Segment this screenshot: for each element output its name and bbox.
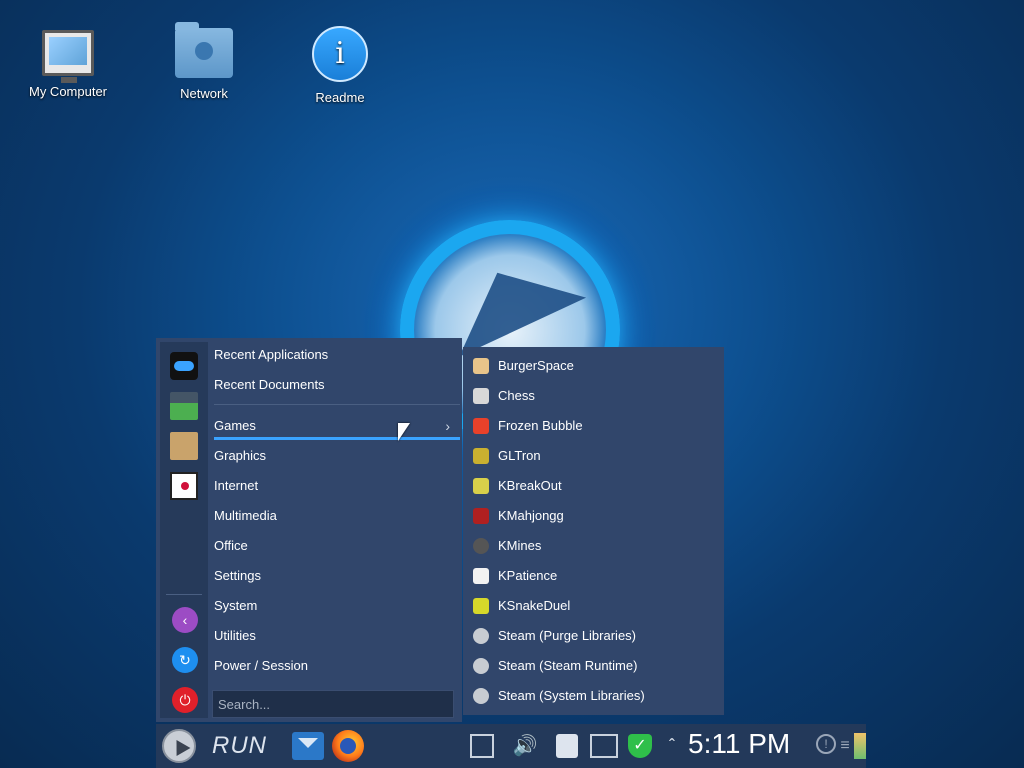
submenu-item-burgerspace[interactable]: BurgerSpace xyxy=(473,352,718,380)
network-folder-icon xyxy=(175,22,233,78)
submenu-item-kmahjongg[interactable]: KMahjongg xyxy=(473,502,718,530)
burgerspace-icon xyxy=(473,357,489,374)
chevron-up-icon[interactable]: ˆ xyxy=(662,734,682,758)
games-submenu: BurgerSpace Chess Frozen Bubble GLTron K… xyxy=(463,347,724,715)
terminal-icon[interactable]: >_ xyxy=(470,734,494,758)
chess-icon xyxy=(473,387,489,404)
menu-divider xyxy=(214,404,460,405)
submenu-item-ksnakeduel[interactable]: KSnakeDuel xyxy=(473,592,718,620)
desktop-icon-label: Readme xyxy=(315,90,365,105)
clock[interactable]: 5:11 PM xyxy=(688,728,790,760)
mail-icon[interactable] xyxy=(292,732,324,760)
desktop-preview-icon[interactable] xyxy=(854,733,866,759)
gltron-icon xyxy=(473,447,489,464)
desktop-icon-readme[interactable]: i Readme xyxy=(290,26,390,105)
chevron-right-icon: › xyxy=(445,418,450,434)
kmahjongg-icon xyxy=(473,507,489,524)
steam-icon xyxy=(473,627,489,644)
submenu-item-chess[interactable]: Chess xyxy=(473,382,718,410)
menu-favorites-sidebar: ‹ ↻ ⏻ xyxy=(160,342,208,718)
menu-item-recent-applications[interactable]: Recent Applications xyxy=(214,341,460,369)
notification-icon[interactable]: ! xyxy=(816,734,836,754)
menu-item-graphics[interactable]: Graphics xyxy=(214,442,460,470)
kpatience-icon xyxy=(473,567,489,584)
run-label[interactable]: RUN xyxy=(212,732,267,760)
menu-item-settings[interactable]: Settings xyxy=(214,562,460,590)
submenu-item-gltron[interactable]: GLTron xyxy=(473,442,718,470)
mouse-cursor-icon xyxy=(398,423,410,441)
network-display-icon[interactable]: ▣ xyxy=(590,734,618,758)
frozen-bubble-icon xyxy=(473,417,489,434)
shield-check-icon[interactable]: ✓ xyxy=(628,734,652,758)
menu-item-multimedia[interactable]: Multimedia xyxy=(214,502,460,530)
menu-item-internet[interactable]: Internet xyxy=(214,472,460,500)
submenu-item-steam-system-libraries[interactable]: Steam (System Libraries) xyxy=(473,682,718,710)
submenu-item-steam-runtime[interactable]: Steam (Steam Runtime) xyxy=(473,652,718,680)
submenu-item-steam-purge-libraries[interactable]: Steam (Purge Libraries) xyxy=(473,622,718,650)
menu-item-utilities[interactable]: Utilities xyxy=(214,622,460,650)
desktop-icon-label: Network xyxy=(180,86,228,101)
kmines-icon xyxy=(473,537,489,554)
back-icon[interactable]: ‹ xyxy=(172,607,198,633)
menu-item-office[interactable]: Office xyxy=(214,532,460,560)
desktop-icon-label: My Computer xyxy=(28,84,108,99)
steam-icon xyxy=(473,657,489,674)
submenu-item-kpatience[interactable]: KPatience xyxy=(473,562,718,590)
japan-flag-icon[interactable] xyxy=(170,472,198,500)
volume-icon[interactable]: 🔊 xyxy=(508,734,542,758)
kbreakout-icon xyxy=(473,477,489,494)
refresh-icon[interactable]: ↻ xyxy=(172,647,198,673)
power-icon[interactable]: ⏻ xyxy=(172,687,198,713)
steam-icon xyxy=(473,687,489,704)
ksnakeduel-icon xyxy=(473,597,489,614)
desktop-icon-network[interactable]: Network xyxy=(154,22,254,101)
application-menu: ‹ ↻ ⏻ Recent Applications Recent Documen… xyxy=(156,338,462,722)
firefox-icon[interactable] xyxy=(332,730,364,762)
sidebar-divider xyxy=(166,594,202,595)
submenu-item-kbreakout[interactable]: KBreakOut xyxy=(473,472,718,500)
submenu-item-frozen-bubble[interactable]: Frozen Bubble xyxy=(473,412,718,440)
menu-item-power-session[interactable]: Power / Session xyxy=(214,652,460,680)
menu-item-games[interactable]: Games › xyxy=(214,412,460,440)
submenu-item-kmines[interactable]: KMines xyxy=(473,532,718,560)
usb-device-icon[interactable] xyxy=(556,734,578,758)
search-input[interactable] xyxy=(212,690,454,718)
taskbar: RUN >_ 🔊 ▣ ✓ ˆ 5:11 PM ! ≡ xyxy=(156,724,866,768)
landscape-icon[interactable] xyxy=(170,392,198,420)
computer-icon xyxy=(42,30,94,83)
start-menu-icon[interactable] xyxy=(162,729,196,763)
menu-item-recent-documents[interactable]: Recent Documents xyxy=(214,371,460,399)
desktop-icon-my-computer[interactable]: My Computer xyxy=(18,30,118,99)
menu-item-system[interactable]: System xyxy=(214,592,460,620)
list-icon[interactable]: ≡ xyxy=(838,734,852,758)
info-icon: i xyxy=(312,26,368,82)
package-icon[interactable] xyxy=(170,432,198,460)
toggle-switch-icon[interactable] xyxy=(170,352,198,380)
